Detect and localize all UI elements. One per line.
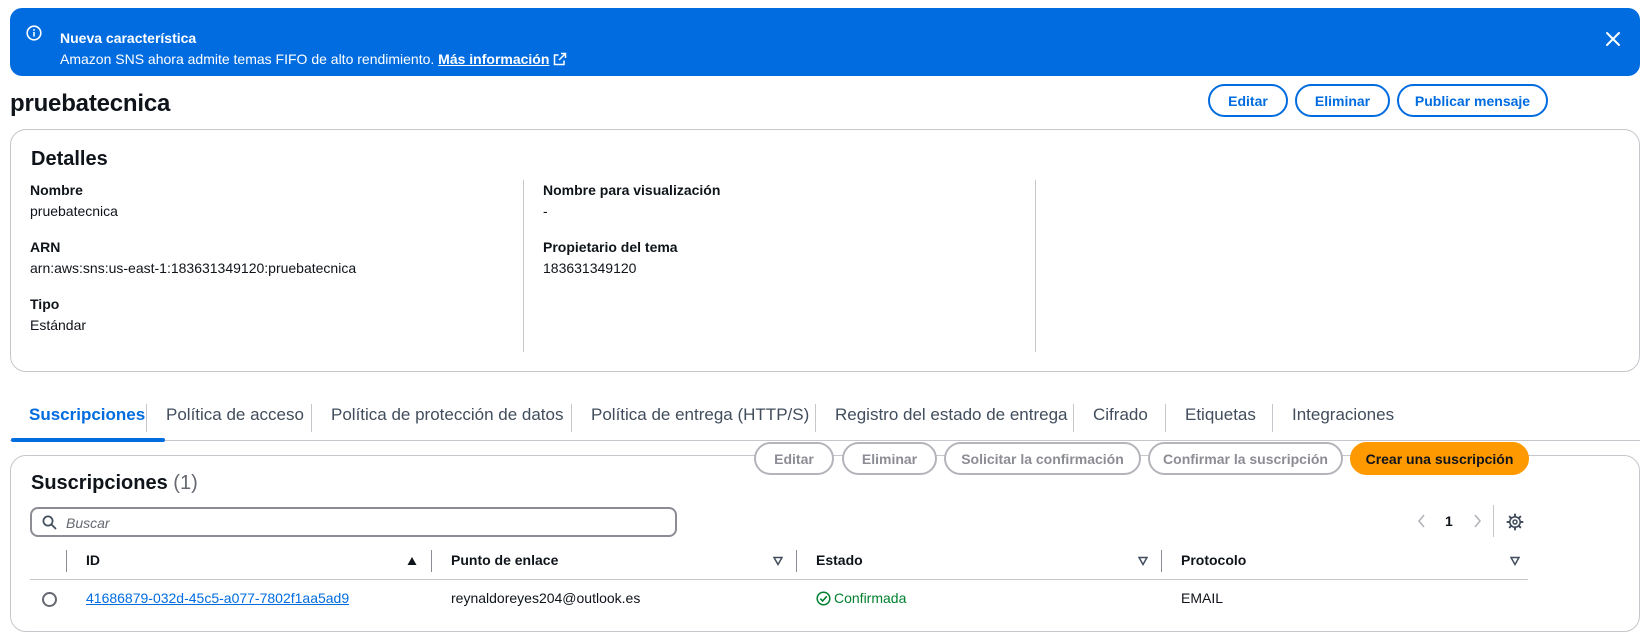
publish-message-button[interactable]: Publicar mensaje <box>1397 84 1548 117</box>
tab-divider <box>1272 404 1273 432</box>
more-info-link[interactable]: Más información <box>438 51 567 67</box>
external-link-icon <box>554 52 567 66</box>
row-select-radio[interactable] <box>42 592 57 607</box>
page-title: pruebatecnica <box>10 90 171 117</box>
arn-label: ARN <box>30 239 61 255</box>
tab-integrations[interactable]: Integraciones <box>1292 400 1394 441</box>
tab-access-policy[interactable]: Política de acceso <box>166 400 304 441</box>
details-heading: Detalles <box>31 148 108 170</box>
tab-bar: Suscripciones Política de acceso Polític… <box>10 400 1640 442</box>
flash-title: Nueva característica <box>60 30 197 46</box>
column-divider <box>796 550 797 572</box>
arn-value: arn:aws:sns:us-east-1:183631349120:prueb… <box>30 260 357 276</box>
arn-field: ARN arn:aws:sns:us-east-1:183631349120:p… <box>30 239 356 276</box>
tab-subscriptions[interactable]: Suscripciones <box>10 400 166 442</box>
flash-message: Amazon SNS ahora admite temas FIFO de al… <box>60 51 567 67</box>
owner-field: Propietario del tema 183631349120 <box>543 239 678 276</box>
tab-divider <box>571 404 572 432</box>
page-number[interactable]: 1 <box>1445 513 1453 529</box>
name-value: pruebatecnica <box>30 203 118 219</box>
sort-icon[interactable] <box>1138 556 1148 566</box>
owner-label: Propietario del tema <box>543 239 678 255</box>
search-input[interactable] <box>66 512 666 534</box>
edit-topic-button[interactable]: Editar <box>1208 84 1288 117</box>
subscription-status: Confirmada <box>816 590 906 606</box>
name-label: Nombre <box>30 182 83 198</box>
name-field: Nombre pruebatecnica <box>30 182 118 219</box>
column-divider <box>1035 180 1036 352</box>
tab-delivery-policy[interactable]: Política de entrega (HTTP/S) <box>591 400 809 441</box>
display-name-value: - <box>543 203 548 219</box>
header-divider <box>30 579 1528 580</box>
column-header-status[interactable]: Estado <box>816 552 863 568</box>
column-divider <box>1161 550 1162 572</box>
sort-icon[interactable] <box>1510 556 1520 566</box>
subscription-protocol: EMAIL <box>1181 590 1224 606</box>
tab-encryption[interactable]: Cifrado <box>1093 400 1148 441</box>
tab-delivery-status-logging[interactable]: Registro del estado de entrega <box>835 400 1068 441</box>
search-icon <box>42 515 57 530</box>
subscription-endpoint: reynaldoreyes204@outlook.es <box>451 590 641 606</box>
tab-divider <box>146 404 147 432</box>
chevron-left-icon[interactable] <box>1416 513 1428 529</box>
column-header-protocol[interactable]: Protocolo <box>1181 552 1246 568</box>
column-divider <box>523 180 524 352</box>
status-text: Confirmada <box>834 590 907 606</box>
display-name-field: Nombre para visualización - <box>543 182 720 219</box>
tab-tags[interactable]: Etiquetas <box>1185 400 1256 441</box>
check-circle-icon <box>816 591 831 606</box>
sort-ascending-icon[interactable] <box>407 556 417 566</box>
type-value: Estándar <box>30 317 87 333</box>
tab-divider <box>815 404 816 432</box>
column-header-endpoint[interactable]: Punto de enlace <box>451 552 558 568</box>
flash-message-text: Amazon SNS ahora admite temas FIFO de al… <box>60 51 435 67</box>
column-divider <box>431 550 432 572</box>
type-label: Tipo <box>30 296 60 312</box>
column-divider <box>66 550 67 572</box>
sort-icon[interactable] <box>773 556 783 566</box>
subscription-id-link[interactable]: 41686879-032d-45c5-a077-7802f1aa5ad9 <box>86 590 349 606</box>
tab-divider <box>311 404 312 432</box>
display-name-label: Nombre para visualización <box>543 182 721 198</box>
type-field: Tipo Estándar <box>30 296 86 333</box>
chevron-right-icon[interactable] <box>1471 513 1483 529</box>
tab-data-protection-policy[interactable]: Política de protección de datos <box>331 400 563 441</box>
info-icon <box>26 25 42 41</box>
search-field[interactable] <box>30 507 677 537</box>
column-header-id[interactable]: ID <box>86 552 100 568</box>
gear-icon[interactable] <box>1506 513 1524 531</box>
owner-value: 183631349120 <box>543 260 637 276</box>
tab-divider <box>1073 404 1074 432</box>
tab-divider <box>1165 404 1166 432</box>
subscriptions-table-body: 1 ID Punto de enlace Estado Protocolo 41… <box>10 455 1640 632</box>
delete-topic-button[interactable]: Eliminar <box>1295 84 1390 117</box>
details-container: Detalles Nombre pruebatecnica ARN arn:aw… <box>10 129 1640 372</box>
feature-flash-banner: Nueva característica Amazon SNS ahora ad… <box>10 8 1640 76</box>
more-info-link-text[interactable]: Más información <box>438 51 549 67</box>
settings-divider <box>1493 505 1494 537</box>
close-icon[interactable] <box>1604 30 1622 48</box>
